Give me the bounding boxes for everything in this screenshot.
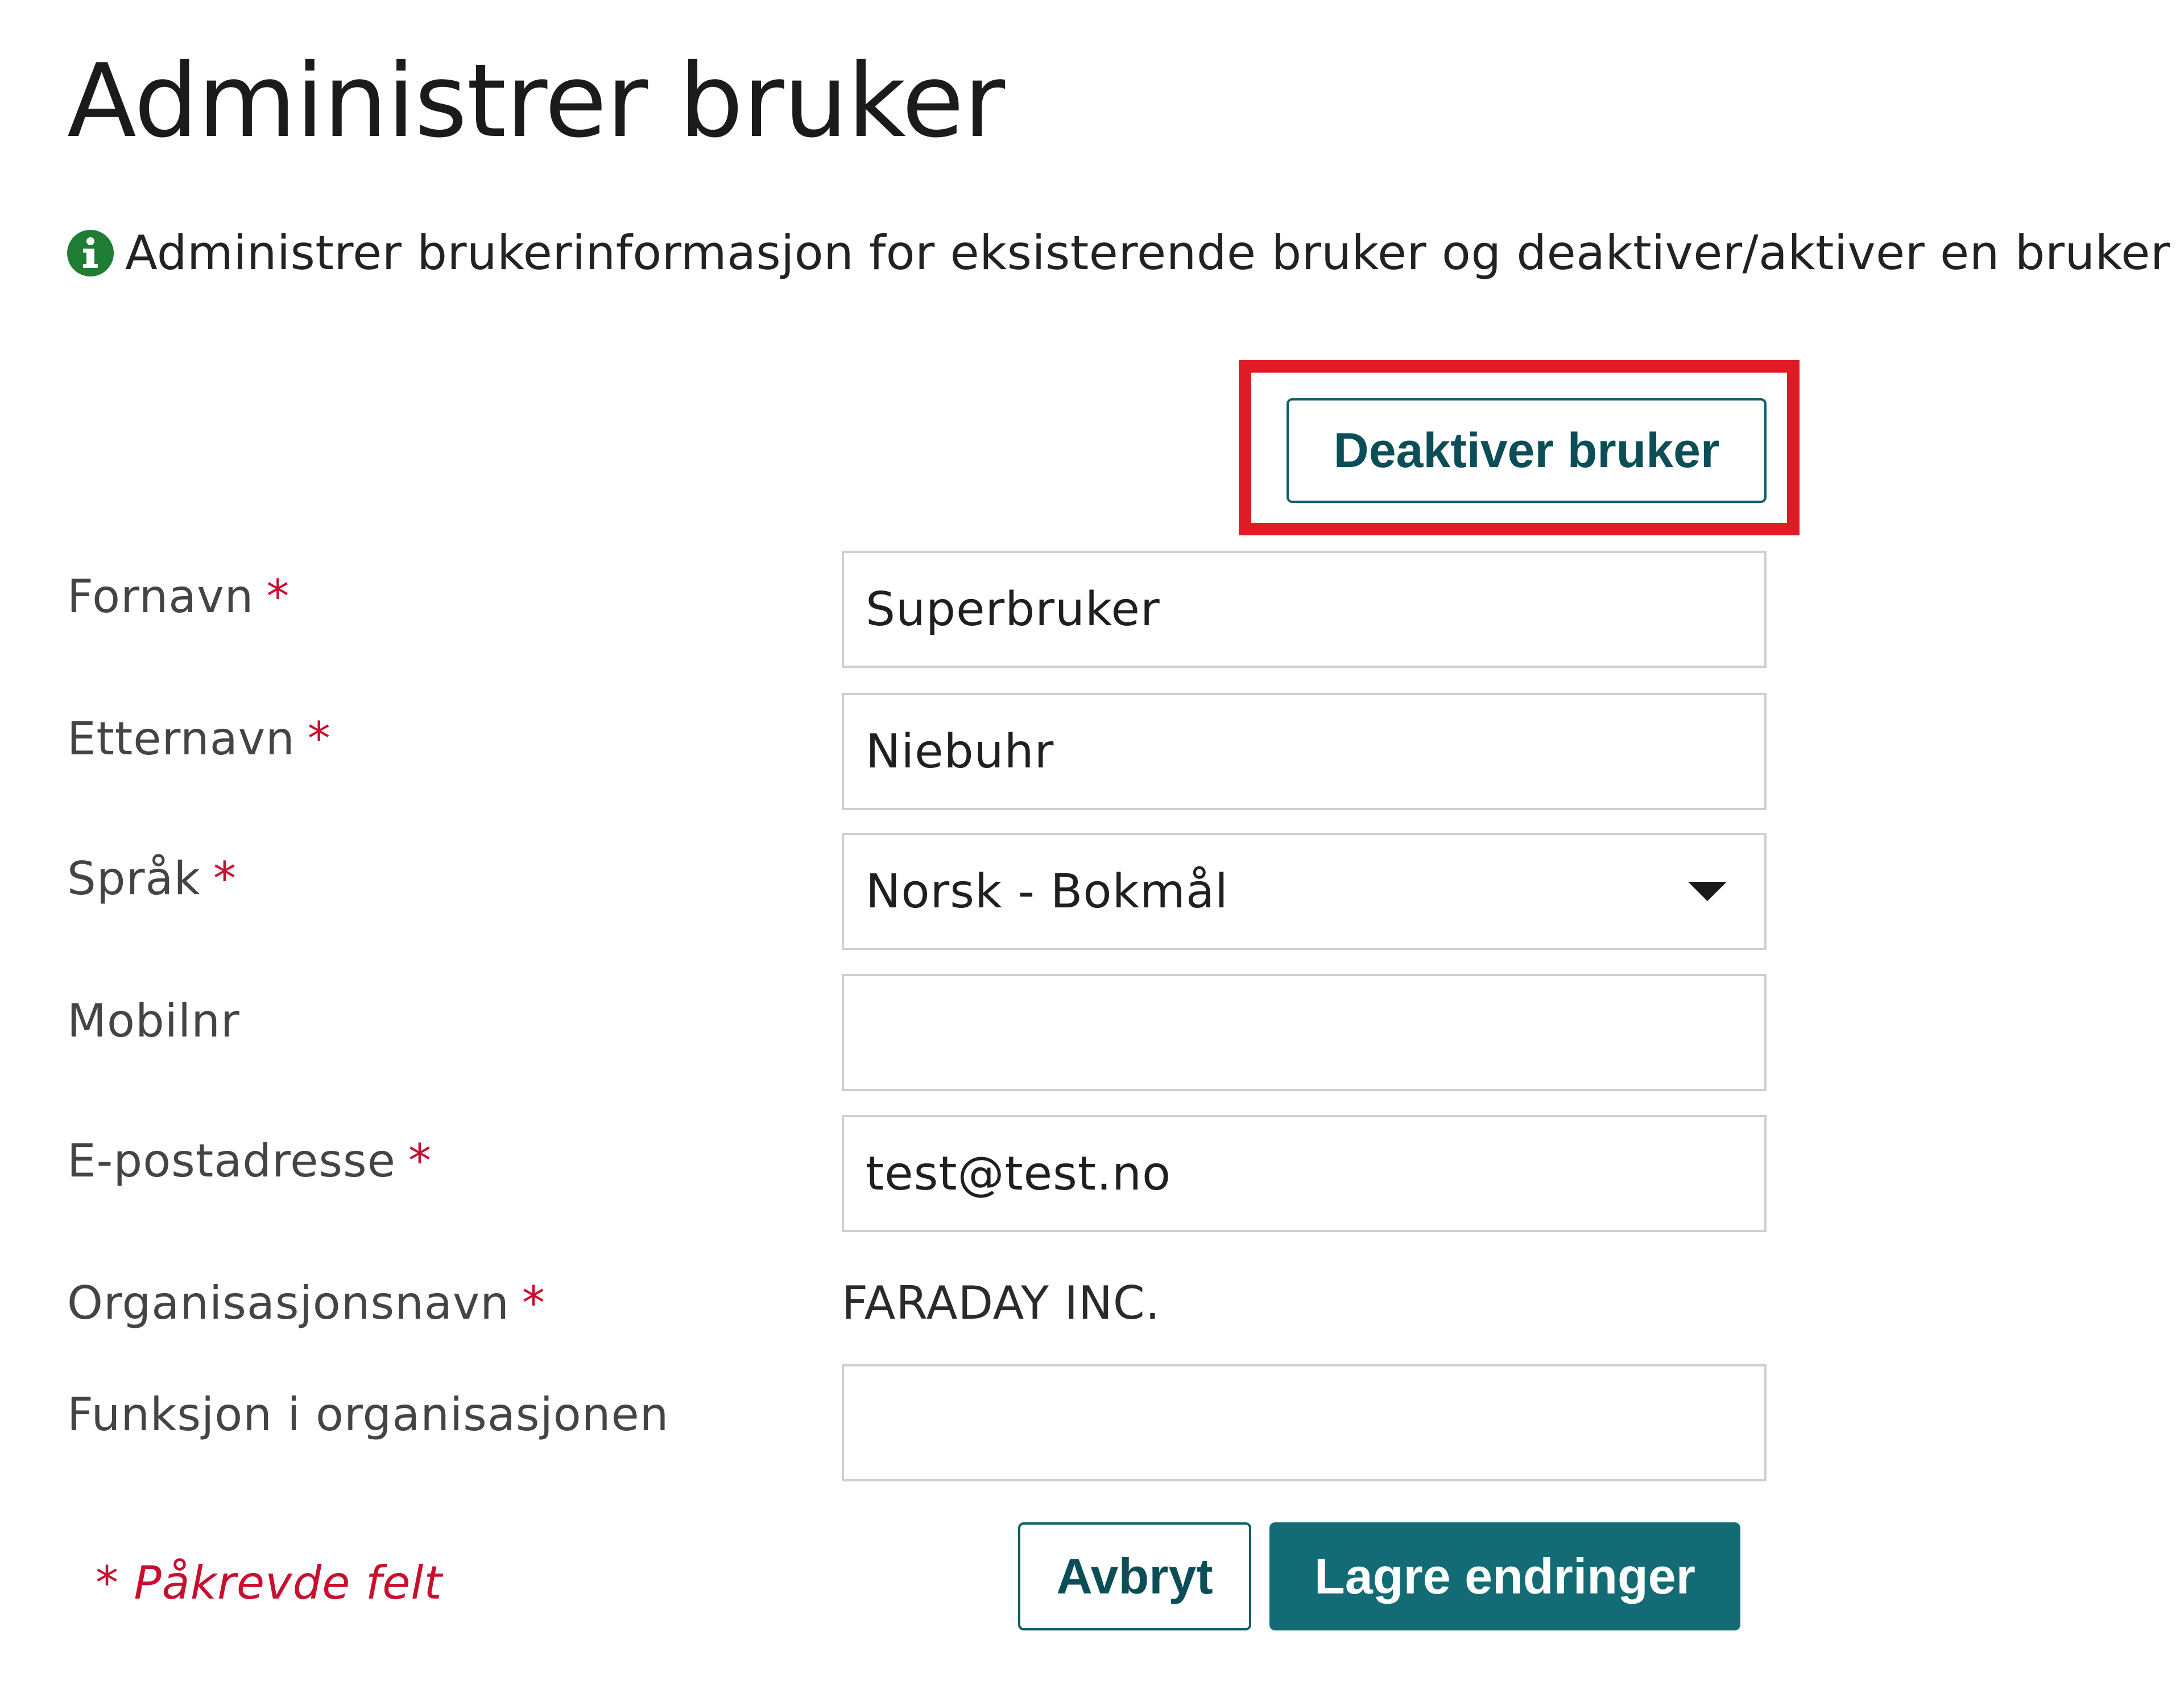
organization-label-text: Organisasjonsnavn	[67, 1277, 510, 1329]
first-name-label: Fornavn *	[67, 570, 289, 623]
email-field[interactable]	[842, 1115, 1767, 1232]
language-label: Språk *	[67, 852, 237, 905]
language-label-text: Språk	[67, 852, 201, 905]
first-name-field[interactable]	[842, 551, 1767, 668]
required-star: *	[408, 1134, 432, 1187]
org-function-field[interactable]	[842, 1364, 1767, 1481]
org-function-label-text: Funksjon i organisasjonen	[67, 1388, 669, 1441]
mobile-label-text: Mobilnr	[67, 994, 240, 1047]
mobile-field[interactable]	[842, 974, 1767, 1091]
organization-value: FARADAY INC.	[842, 1277, 1161, 1329]
deactivate-user-button[interactable]: Deaktiver bruker	[1287, 398, 1767, 503]
chevron-down-icon	[1688, 882, 1727, 901]
mobile-label: Mobilnr	[67, 994, 240, 1047]
required-star: *	[522, 1277, 545, 1329]
info-message: Administrer brukerinformasjon for eksist…	[67, 225, 2170, 280]
info-text: Administrer brukerinformasjon for eksist…	[125, 225, 2170, 280]
required-star: *	[213, 852, 237, 905]
first-name-label-text: Fornavn	[67, 570, 254, 623]
last-name-label-text: Etternavn	[67, 712, 295, 765]
language-select-value: Norsk - Bokmål	[866, 864, 1228, 919]
email-label: E-postadresse *	[67, 1134, 432, 1187]
email-label-text: E-postadresse	[67, 1134, 396, 1187]
page-title: Administrer bruker	[67, 42, 1005, 160]
cancel-button[interactable]: Avbryt	[1018, 1522, 1251, 1630]
last-name-field[interactable]	[842, 693, 1767, 810]
org-function-label: Funksjon i organisasjonen	[67, 1388, 669, 1441]
save-changes-button[interactable]: Lagre endringer	[1269, 1522, 1740, 1630]
required-star: *	[307, 712, 331, 765]
required-star: *	[266, 570, 290, 623]
required-fields-note: * Påkrevde felt	[96, 1556, 442, 1609]
organization-label: Organisasjonsnavn *	[67, 1277, 545, 1329]
language-select[interactable]: Norsk - Bokmål	[842, 833, 1767, 950]
info-icon	[67, 229, 114, 276]
last-name-label: Etternavn *	[67, 712, 331, 765]
